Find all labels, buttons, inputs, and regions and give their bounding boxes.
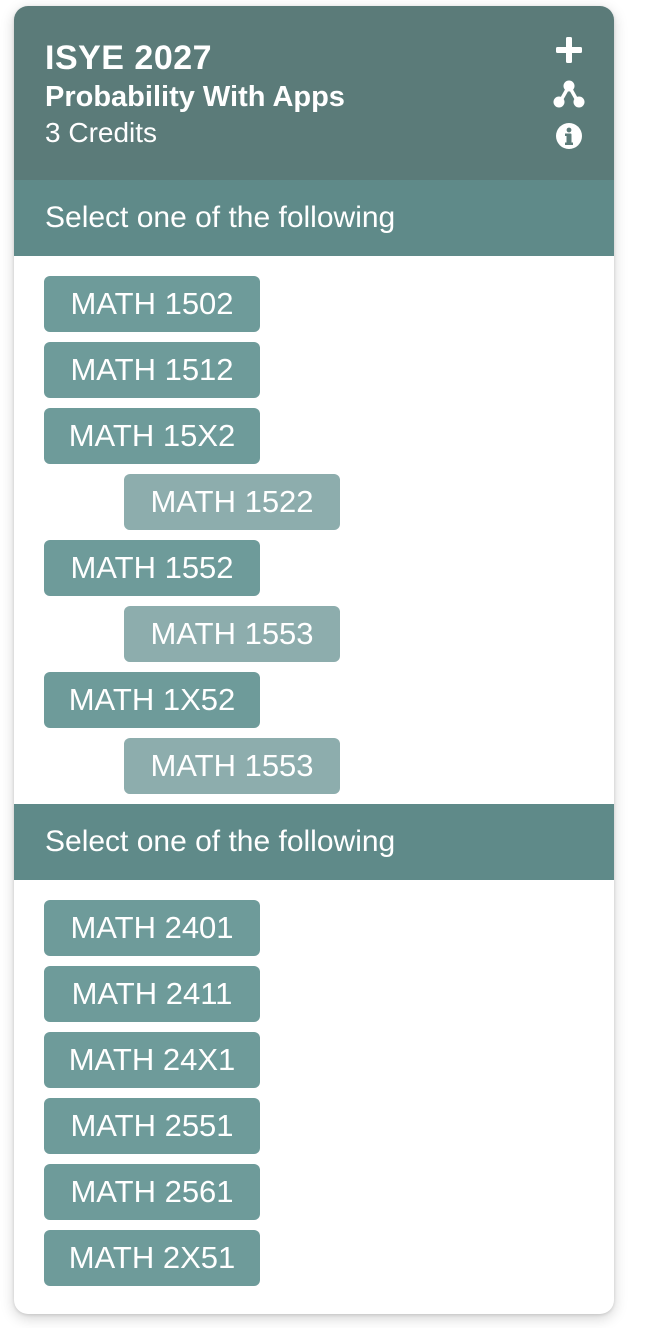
course-option-math-1512[interactable]: MATH 1512 [44, 342, 260, 398]
section-header-2: Select one of the following [14, 804, 614, 880]
course-option-math-1552[interactable]: MATH 1552 [44, 540, 260, 596]
course-option-math-24x1[interactable]: MATH 24X1 [44, 1032, 260, 1088]
course-options-list-2: MATH 2401 MATH 2411 MATH 24X1 MATH 2551 … [14, 880, 614, 1306]
course-option-math-1522[interactable]: MATH 1522 [124, 474, 340, 530]
course-credits: 3 Credits [45, 117, 158, 148]
course-option-math-1553[interactable]: MATH 1553 [124, 606, 340, 662]
course-option-math-2561[interactable]: MATH 2561 [44, 1164, 260, 1220]
plus-icon[interactable] [553, 34, 585, 66]
course-option-math-15x2[interactable]: MATH 15X2 [44, 408, 260, 464]
course-option-math-1x52[interactable]: MATH 1X52 [44, 672, 260, 728]
course-title: Probability With Apps [45, 81, 345, 113]
course-option-math-2x51[interactable]: MATH 2X51 [44, 1230, 260, 1286]
info-icon[interactable] [553, 120, 585, 152]
course-option-math-2411[interactable]: MATH 2411 [44, 966, 260, 1022]
card-header: ISYE 2027 Probability With Apps 3 Credit… [14, 6, 614, 180]
course-option-math-1502[interactable]: MATH 1502 [44, 276, 260, 332]
course-card: ISYE 2027 Probability With Apps 3 Credit… [14, 6, 614, 1314]
network-icon[interactable] [553, 78, 585, 110]
course-option-math-2551[interactable]: MATH 2551 [44, 1098, 260, 1154]
course-code: ISYE 2027 [45, 39, 213, 77]
course-option-math-1553-nested[interactable]: MATH 1553 [124, 738, 340, 794]
course-options-list-1: MATH 1502 MATH 1512 MATH 15X2 MATH 1522 … [14, 256, 614, 804]
section-header-1: Select one of the following [14, 180, 614, 256]
course-option-math-2401[interactable]: MATH 2401 [44, 900, 260, 956]
